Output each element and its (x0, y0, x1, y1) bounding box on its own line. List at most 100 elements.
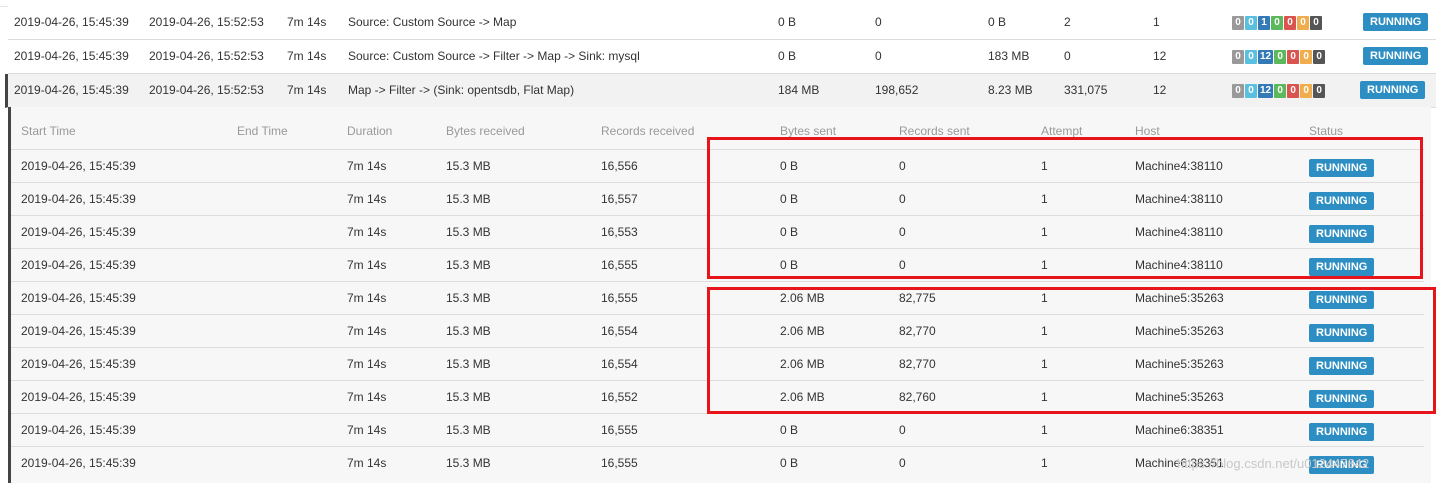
task-count-created: 0 (1232, 16, 1244, 30)
vertex-end-time: 2019-04-26, 15:52:53 (149, 83, 264, 97)
status-badge: RUNNING (1309, 192, 1375, 210)
task-count-failed: 0 (1297, 16, 1309, 30)
subtask-start-time: 2019-04-26, 15:45:39 (21, 357, 136, 371)
subtask-bytes-received: 15.3 MB (446, 456, 491, 470)
vertex-bytes-received: 0 B (778, 15, 797, 29)
subtask-row[interactable]: 2019-04-26, 15:45:39 7m 14s 15.3 MB 16,5… (11, 380, 1424, 414)
subtask-row[interactable]: 2019-04-26, 15:45:39 7m 14s 15.3 MB 16,5… (11, 182, 1424, 216)
task-count-running: 1 (1258, 16, 1270, 30)
status-badge: RUNNING (1309, 390, 1375, 408)
vertex-row[interactable]: 2019-04-26, 15:45:39 2019-04-26, 15:52:5… (8, 40, 1436, 74)
vertex-end-time: 2019-04-26, 15:52:53 (149, 15, 264, 29)
vertex-parallelism: 12 (1153, 83, 1167, 97)
vertex-end-time: 2019-04-26, 15:52:53 (149, 49, 264, 63)
task-count-scheduled: 0 (1245, 16, 1257, 30)
task-count-failed: 0 (1300, 50, 1313, 64)
subtask-records-received: 16,554 (601, 324, 638, 338)
subtask-host: Machine4:38110 (1135, 192, 1223, 206)
vertex-name[interactable]: Source: Custom Source -> Map (348, 6, 516, 39)
vertex-records-received: 0 (875, 49, 882, 63)
subtask-records-sent: 82,770 (899, 324, 936, 338)
subtask-row[interactable]: 2019-04-26, 15:45:39 7m 14s 15.3 MB 16,5… (11, 281, 1424, 315)
subtask-host: Machine5:35263 (1135, 291, 1224, 305)
subtask-attempt: 1 (1041, 192, 1048, 206)
subtask-start-time: 2019-04-26, 15:45:39 (21, 423, 136, 437)
subtask-bytes-sent: 0 B (780, 225, 799, 239)
task-count-running: 12 (1258, 50, 1274, 64)
subtask-row[interactable]: 2019-04-26, 15:45:39 7m 14s 15.3 MB 16,5… (11, 149, 1424, 183)
subtask-records-sent: 82,770 (899, 357, 936, 371)
header-start-time[interactable]: Start Time (21, 107, 76, 149)
task-count-finished: 0 (1274, 84, 1287, 98)
header-bytes-sent[interactable]: Bytes sent (780, 107, 836, 149)
subtask-bytes-received: 15.3 MB (446, 159, 491, 173)
subtask-bytes-sent: 0 B (780, 456, 799, 470)
subtask-duration: 7m 14s (347, 390, 387, 404)
header-status[interactable]: Status (1309, 107, 1343, 149)
task-count-canceled: 0 (1287, 50, 1300, 64)
subtask-bytes-sent: 2.06 MB (780, 390, 825, 404)
subtask-start-time: 2019-04-26, 15:45:39 (21, 291, 136, 305)
vertex-parallelism: 12 (1153, 49, 1167, 63)
subtask-duration: 7m 14s (347, 324, 387, 338)
subtask-row[interactable]: 2019-04-26, 15:45:39 7m 14s 15.3 MB 16,5… (11, 215, 1424, 249)
task-count-finished: 0 (1271, 16, 1283, 30)
vertex-bytes-sent: 0 B (988, 15, 1007, 29)
subtask-row[interactable]: 2019-04-26, 15:45:39 7m 14s 15.3 MB 16,5… (11, 413, 1424, 447)
subtask-bytes-received: 15.3 MB (446, 423, 491, 437)
task-count-canceled: 0 (1284, 16, 1296, 30)
task-status-counts: 0 0 1 0 0 0 0 (1232, 16, 1322, 30)
subtask-bytes-sent: 0 B (780, 258, 799, 272)
subtask-bytes-received: 15.3 MB (446, 324, 491, 338)
header-records-sent[interactable]: Records sent (899, 107, 970, 149)
subtask-start-time: 2019-04-26, 15:45:39 (21, 225, 136, 239)
subtask-attempt: 1 (1041, 324, 1048, 338)
vertex-duration: 7m 14s (287, 83, 327, 97)
subtask-attempt: 1 (1041, 291, 1048, 305)
subtask-bytes-received: 15.3 MB (446, 192, 491, 206)
header-host[interactable]: Host (1135, 107, 1160, 149)
subtask-host: Machine4:38110 (1135, 258, 1223, 272)
vertex-records-sent: 2 (1064, 15, 1071, 29)
subtask-attempt: 1 (1041, 225, 1048, 239)
header-end-time[interactable]: End Time (237, 107, 288, 149)
status-badge: RUNNING (1363, 47, 1429, 65)
vertex-row-selected[interactable]: 2019-04-26, 15:45:39 2019-04-26, 15:52:5… (5, 74, 1439, 108)
vertex-row[interactable]: 2019-04-26, 15:45:39 2019-04-26, 15:52:5… (8, 6, 1436, 40)
vertex-records-sent: 331,075 (1064, 83, 1108, 97)
task-count-created: 0 (1232, 84, 1244, 98)
subtask-records-received: 16,554 (601, 357, 638, 371)
vertex-name[interactable]: Map -> Filter -> (Sink: opentsdb, Flat M… (348, 74, 574, 107)
task-count-scheduled: 0 (1245, 50, 1257, 64)
subtask-records-received: 16,555 (601, 258, 638, 272)
subtask-start-time: 2019-04-26, 15:45:39 (21, 258, 136, 272)
vertex-duration: 7m 14s (287, 15, 327, 29)
subtask-bytes-sent: 2.06 MB (780, 357, 825, 371)
subtask-records-received: 16,552 (601, 390, 638, 404)
subtask-duration: 7m 14s (347, 258, 387, 272)
subtask-host: Machine5:35263 (1135, 390, 1224, 404)
vertex-name[interactable]: Source: Custom Source -> Filter -> Map -… (348, 40, 640, 73)
task-status-counts: 0 0 12 0 0 0 0 (1232, 50, 1326, 64)
status-badge: RUNNING (1363, 13, 1429, 31)
subtask-bytes-sent: 0 B (780, 159, 799, 173)
header-duration[interactable]: Duration (347, 107, 392, 149)
status-badge: RUNNING (1309, 423, 1375, 441)
header-bytes-received[interactable]: Bytes received (446, 107, 525, 149)
task-count-other: 0 (1313, 84, 1326, 98)
subtask-duration: 7m 14s (347, 225, 387, 239)
subtask-row[interactable]: 2019-04-26, 15:45:39 7m 14s 15.3 MB 16,5… (11, 314, 1424, 348)
subtask-records-sent: 0 (899, 159, 906, 173)
subtask-bytes-sent: 0 B (780, 423, 799, 437)
header-records-received[interactable]: Records received (601, 107, 694, 149)
subtask-start-time: 2019-04-26, 15:45:39 (21, 390, 136, 404)
header-attempt[interactable]: Attempt (1041, 107, 1082, 149)
task-count-failed: 0 (1300, 84, 1313, 98)
subtask-attempt: 1 (1041, 159, 1048, 173)
task-count-other: 0 (1313, 50, 1326, 64)
subtask-attempt: 1 (1041, 456, 1048, 470)
subtask-row[interactable]: 2019-04-26, 15:45:39 7m 14s 15.3 MB 16,5… (11, 347, 1424, 381)
subtask-records-received: 16,555 (601, 423, 638, 437)
subtask-row[interactable]: 2019-04-26, 15:45:39 7m 14s 15.3 MB 16,5… (11, 248, 1424, 282)
subtask-duration: 7m 14s (347, 357, 387, 371)
